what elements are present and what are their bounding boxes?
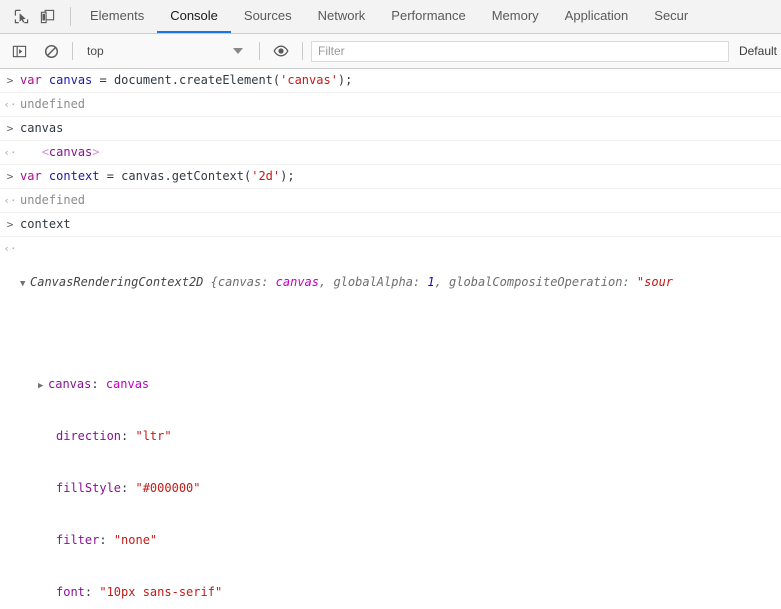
property-value: canvas (106, 377, 149, 391)
tabbar-divider (70, 7, 71, 26)
console-message-object-result[interactable]: ‹· ▼CanvasRenderingContext2D {canvas: ca… (0, 237, 781, 609)
log-levels-select[interactable]: Default (739, 44, 781, 58)
tab-elements[interactable]: Elements (77, 0, 157, 33)
tab-elements-label: Elements (90, 8, 144, 23)
console-message-text: <canvas> (20, 144, 781, 160)
tab-sources-label: Sources (244, 8, 292, 23)
property-name: filter (56, 533, 99, 547)
console-message-input[interactable]: > var canvas = document.createElement('c… (0, 69, 781, 93)
console-message-text: var context = canvas.getContext('2d'); (20, 168, 781, 184)
object-header[interactable]: ▼CanvasRenderingContext2D {canvas: canva… (20, 272, 781, 294)
execution-context-select[interactable]: top (81, 40, 251, 62)
console-message-text: var canvas = document.createElement('can… (20, 72, 781, 88)
object-preview-value: canvas (276, 275, 319, 289)
tab-performance-label: Performance (391, 8, 465, 23)
object-inspector[interactable]: ▼CanvasRenderingContext2D {canvas: canva… (20, 240, 781, 609)
object-preview-text: , globalAlpha: (319, 275, 427, 289)
console-toolbar: top Filter Default (0, 34, 781, 69)
property-name: canvas (48, 377, 91, 391)
console-message-list[interactable]: > var canvas = document.createElement('c… (0, 69, 781, 609)
object-preview-value: 1 (427, 275, 434, 289)
live-expression-icon[interactable] (268, 38, 294, 64)
panel-tabs: Elements Console Sources Network Perform… (77, 0, 701, 33)
toolbar-divider-2 (259, 42, 260, 60)
toolbar-divider-3 (302, 42, 303, 60)
tab-console-label: Console (170, 8, 218, 23)
prompt-arrow-icon: > (0, 72, 20, 89)
property-row[interactable]: direction: "ltr" (20, 426, 781, 446)
prompt-arrow-icon: > (0, 216, 20, 233)
tab-network-label: Network (318, 8, 366, 23)
tab-network[interactable]: Network (305, 0, 379, 33)
filter-placeholder: Filter (318, 44, 345, 58)
tab-security[interactable]: Secur (641, 0, 701, 33)
prompt-arrow-icon: > (0, 168, 20, 185)
property-row[interactable]: ▶canvas: canvas (20, 374, 781, 394)
tab-application-label: Application (565, 8, 629, 23)
toolbar-divider-1 (72, 42, 73, 60)
result-arrow-icon: ‹· (0, 240, 20, 257)
tab-application[interactable]: Application (552, 0, 642, 33)
property-name: direction (56, 429, 121, 443)
console-message-output[interactable]: ‹· undefined (0, 189, 781, 213)
object-preview-text: , globalCompositeOperation: (435, 275, 637, 289)
console-message-text: context (20, 216, 781, 232)
device-toolbar-icon[interactable] (34, 4, 60, 30)
execution-context-value: top (87, 44, 104, 58)
result-arrow-icon: ‹· (0, 96, 20, 113)
object-preview-text: {canvas: (203, 275, 275, 289)
result-arrow-icon: ‹· (0, 144, 20, 161)
console-message-input[interactable]: > canvas (0, 117, 781, 141)
result-arrow-icon: ‹· (0, 192, 20, 209)
property-value: "10px sans-serif" (99, 585, 222, 599)
clear-console-icon[interactable] (38, 38, 64, 64)
tab-memory-label: Memory (492, 8, 539, 23)
property-value: "ltr" (135, 429, 171, 443)
property-value: "none" (114, 533, 157, 547)
tab-console[interactable]: Console (157, 0, 231, 33)
property-row[interactable]: filter: "none" (20, 530, 781, 550)
object-preview-value: "sour (637, 275, 673, 289)
property-value: "#000000" (135, 481, 200, 495)
console-message-text: canvas (20, 120, 781, 136)
filter-input[interactable]: Filter (311, 41, 729, 62)
prompt-arrow-icon: > (0, 120, 20, 137)
object-property-list: ▶canvas: canvas direction: "ltr" fillSty… (20, 342, 781, 609)
console-message-output[interactable]: ‹· <canvas> (0, 141, 781, 165)
tab-sources[interactable]: Sources (231, 0, 305, 33)
console-message-input[interactable]: > context (0, 213, 781, 237)
log-levels-label: Default (739, 44, 777, 58)
property-name: font (56, 585, 85, 599)
console-message-text: undefined (20, 192, 781, 208)
tab-performance[interactable]: Performance (378, 0, 478, 33)
property-name: fillStyle (56, 481, 121, 495)
tab-security-label: Secur (654, 8, 688, 23)
tab-memory[interactable]: Memory (479, 0, 552, 33)
property-row[interactable]: font: "10px sans-serif" (20, 582, 781, 602)
object-constructor-name: CanvasRenderingContext2D (30, 275, 203, 289)
devtools-tabbar: Elements Console Sources Network Perform… (0, 0, 781, 34)
show-console-sidebar-icon[interactable] (6, 38, 32, 64)
collapse-triangle-icon[interactable]: ▶ (38, 376, 48, 394)
console-message-text: undefined (20, 96, 781, 112)
expand-triangle-icon[interactable]: ▼ (20, 274, 30, 294)
property-row[interactable]: fillStyle: "#000000" (20, 478, 781, 498)
console-message-output[interactable]: ‹· undefined (0, 93, 781, 117)
inspect-element-icon[interactable] (8, 4, 34, 30)
tabbar-icon-group (0, 0, 64, 33)
console-message-input[interactable]: > var context = canvas.getContext('2d'); (0, 165, 781, 189)
chevron-down-icon (233, 48, 243, 54)
